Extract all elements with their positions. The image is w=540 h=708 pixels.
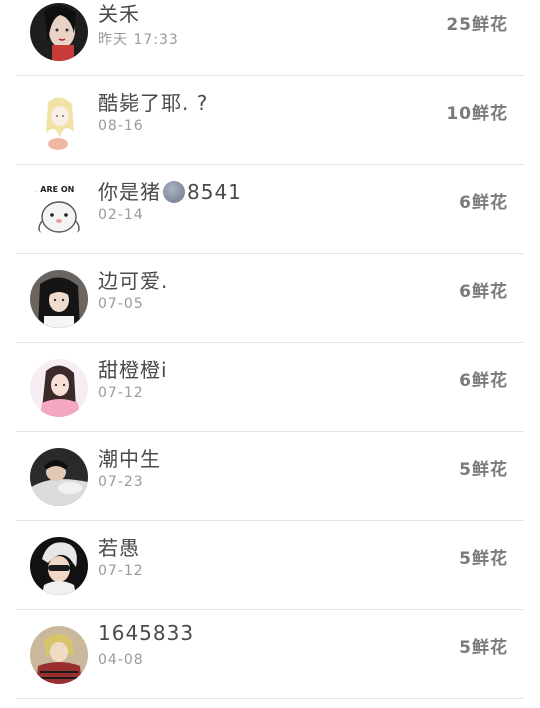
- list-item[interactable]: E ARE ON 你是猪 8541 02-14 6鲜花: [0, 166, 540, 254]
- divider: [16, 253, 524, 254]
- flower-count: 6鲜花: [459, 282, 508, 302]
- flower-count: 5鲜花: [459, 460, 508, 480]
- flower-count: 5鲜花: [459, 549, 508, 569]
- timestamp: 昨天 17:33: [98, 32, 179, 48]
- user-name: 边可爱.: [98, 269, 169, 293]
- flower-count: 10鲜花: [446, 104, 508, 124]
- divider: [16, 431, 524, 432]
- user-name: 若愚: [98, 536, 140, 560]
- divider: [16, 342, 524, 343]
- user-name: 甜橙橙i: [98, 358, 168, 382]
- divider: [16, 520, 524, 521]
- avatar[interactable]: [30, 626, 88, 684]
- timestamp: 04-08: [98, 652, 144, 668]
- avatar[interactable]: [30, 92, 88, 150]
- avatar[interactable]: [30, 448, 88, 506]
- flower-ranking-list: 关禾 昨天 17:33 25鲜花 酷毙了耶. ? 08-16 10鲜花 E AR…: [0, 0, 540, 708]
- user-name-text: 你是猪: [98, 180, 161, 204]
- flower-count: 6鲜花: [459, 371, 508, 391]
- emoji-icon: [163, 181, 185, 203]
- timestamp: 07-05: [98, 296, 144, 312]
- avatar[interactable]: [30, 3, 88, 61]
- user-name-suffix: 8541: [187, 180, 242, 204]
- user-name: 潮中生: [98, 447, 161, 471]
- list-item[interactable]: 甜橙橙i 07-12 6鲜花: [0, 344, 540, 432]
- timestamp: 07-23: [98, 474, 144, 490]
- avatar[interactable]: [30, 537, 88, 595]
- flower-count: 25鲜花: [446, 15, 508, 35]
- list-item[interactable]: 边可爱. 07-05 6鲜花: [0, 255, 540, 343]
- user-name: 1645833: [98, 621, 195, 645]
- divider: [16, 164, 524, 165]
- avatar-caption: E ARE ON: [32, 185, 74, 194]
- timestamp: 02-14: [98, 207, 144, 223]
- divider: [16, 75, 524, 76]
- divider: [16, 698, 524, 699]
- list-item[interactable]: 关禾 昨天 17:33 25鲜花: [0, 0, 540, 76]
- avatar[interactable]: E ARE ON: [30, 181, 88, 239]
- list-item[interactable]: 若愚 07-12 5鲜花: [0, 522, 540, 610]
- list-item[interactable]: 酷毙了耶. ? 08-16 10鲜花: [0, 77, 540, 165]
- avatar[interactable]: [30, 270, 88, 328]
- avatar[interactable]: [30, 359, 88, 417]
- flower-count: 5鲜花: [459, 638, 508, 658]
- user-name: 酷毙了耶. ?: [98, 91, 209, 115]
- list-item[interactable]: 潮中生 07-23 5鲜花: [0, 433, 540, 521]
- divider: [16, 609, 524, 610]
- flower-count: 6鲜花: [459, 193, 508, 213]
- timestamp: 08-16: [98, 118, 144, 134]
- user-name: 关禾: [98, 2, 140, 26]
- timestamp: 07-12: [98, 385, 144, 401]
- user-name: 你是猪 8541: [98, 176, 242, 205]
- list-item[interactable]: 1645833 04-08 5鲜花: [0, 611, 540, 699]
- timestamp: 07-12: [98, 563, 144, 579]
